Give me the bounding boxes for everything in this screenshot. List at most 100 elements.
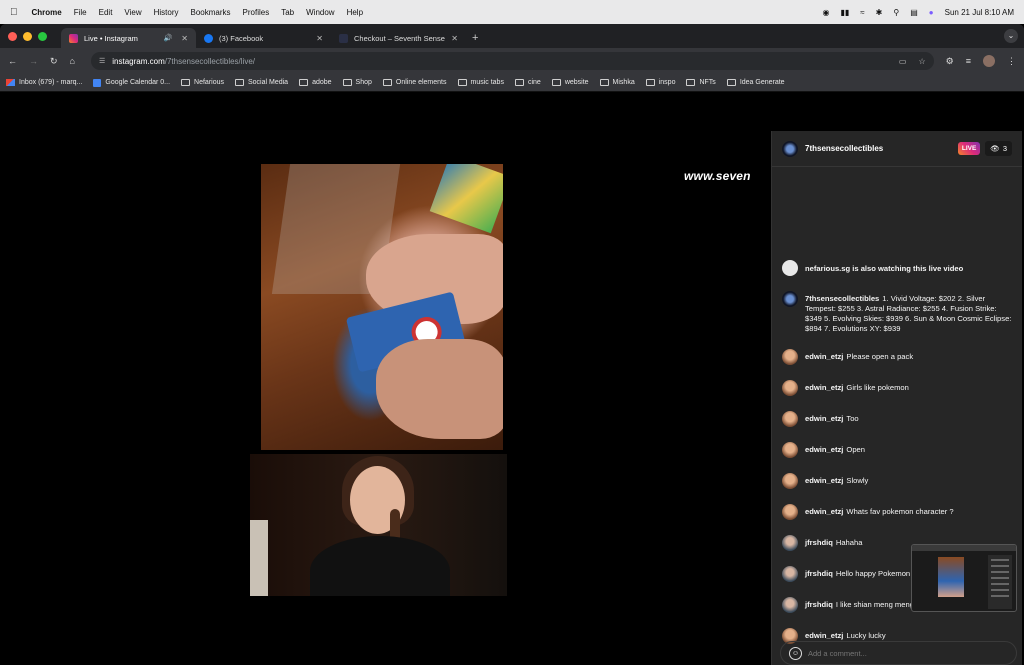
bookmarks-bar: Inbox (679) - marq... Google Calendar 0.… [0, 74, 1024, 92]
user-avatar[interactable] [782, 442, 798, 458]
chat-text: Slowly [846, 476, 869, 485]
bookmark-folder-inspo[interactable]: inspo [645, 79, 675, 86]
chat-username[interactable]: 7thsensecollectibles [805, 294, 879, 303]
bookmark-folder-mishka[interactable]: Mishka [599, 79, 635, 86]
siri-icon[interactable]: ● [929, 8, 934, 17]
record-icon[interactable]: ◉ [822, 8, 829, 17]
bookmark-folder-social-media[interactable]: Social Media [235, 79, 288, 86]
chat-username[interactable]: edwin_etzj [805, 414, 843, 423]
home-icon[interactable]: ⌂ [70, 56, 75, 66]
chat-username[interactable]: jfrshdiq [805, 569, 833, 578]
close-tab-icon[interactable]: ✕ [316, 34, 323, 43]
bookmark-folder-shop[interactable]: Shop [342, 79, 372, 86]
close-tab-icon[interactable]: ✕ [181, 34, 188, 43]
battery-icon[interactable]: ▮▮ [840, 8, 849, 17]
wifi-icon[interactable]: ≈ [860, 8, 864, 17]
user-avatar[interactable] [782, 349, 798, 365]
host-username[interactable]: 7thsensecollectibles [805, 144, 883, 153]
user-avatar[interactable] [782, 291, 798, 307]
emoji-icon[interactable]: ☺ [789, 646, 802, 660]
chat-username[interactable]: edwin_etzj [805, 631, 843, 640]
reload-icon[interactable]: ↻ [50, 56, 58, 67]
menu-history[interactable]: History [154, 8, 179, 17]
chat-username[interactable]: edwin_etzj [805, 476, 843, 485]
bookmark-folder-online-elements[interactable]: Online elements [382, 79, 447, 86]
menu-app-name[interactable]: Chrome [32, 8, 62, 17]
folder-icon [382, 79, 392, 86]
control-center-icon[interactable]: ▤ [910, 8, 918, 17]
profile-avatar[interactable] [983, 55, 995, 67]
user-avatar[interactable] [782, 566, 798, 582]
comment-input[interactable] [808, 648, 928, 658]
video-scene-hand [376, 339, 503, 439]
chat-username[interactable]: jfrshdiq [805, 538, 833, 547]
bookmark-folder-adobe[interactable]: adobe [299, 79, 332, 86]
bookmark-label: Nefarious [194, 79, 224, 86]
kebab-menu-icon[interactable]: ⋮ [1007, 56, 1016, 67]
site-settings-icon[interactable]: ☰ [99, 57, 105, 65]
chat-username[interactable]: edwin_etzj [805, 383, 843, 392]
menu-window[interactable]: Window [306, 8, 334, 17]
calendar-icon [93, 78, 102, 87]
user-avatar[interactable] [782, 504, 798, 520]
close-window-button[interactable] [8, 31, 17, 41]
bookmark-folder-website[interactable]: website [551, 79, 589, 86]
viewer-count-badge[interactable]: 👁 3 [985, 141, 1012, 156]
host-avatar[interactable] [782, 140, 798, 157]
chat-text: Lucky lucky [846, 631, 886, 640]
tab-search-chevron-icon[interactable]: ⌄ [1004, 29, 1018, 43]
forward-arrow-icon[interactable]: → [29, 56, 38, 66]
chat-text: Open [846, 445, 865, 454]
tab-instagram-live[interactable]: Live • Instagram 🔊 ✕ [61, 28, 196, 48]
menu-edit[interactable]: Edit [99, 8, 113, 17]
menu-view[interactable]: View [124, 8, 141, 17]
spotlight-search-icon[interactable]: ⚲ [893, 8, 899, 17]
menubar-clock[interactable]: Sun 21 Jul 8:10 AM [945, 8, 1014, 17]
chat-username[interactable]: edwin_etzj [805, 445, 843, 454]
user-avatar[interactable] [782, 597, 798, 613]
folder-icon [342, 79, 352, 86]
tab-strip: Live • Instagram 🔊 ✕ (3) Facebook ✕ Chec… [0, 24, 1024, 48]
bookmark-star-icon[interactable]: ☆ [918, 57, 925, 66]
back-arrow-icon[interactable]: ← [8, 56, 17, 66]
menu-help[interactable]: Help [347, 8, 363, 17]
close-tab-icon[interactable]: ✕ [451, 34, 458, 43]
user-avatar[interactable] [782, 380, 798, 396]
menu-bookmarks[interactable]: Bookmarks [191, 8, 231, 17]
folder-icon [235, 79, 244, 86]
live-video-guest[interactable] [250, 454, 507, 596]
chat-username[interactable]: edwin_etzj [805, 507, 843, 516]
tab-facebook[interactable]: (3) Facebook ✕ [196, 28, 331, 48]
chat-username[interactable]: jfrshdiq [805, 600, 833, 609]
reading-list-icon[interactable]: ≡ [966, 56, 971, 66]
user-avatar[interactable] [782, 411, 798, 427]
bluetooth-icon[interactable]: ✱ [876, 8, 883, 17]
bookmark-folder-cine[interactable]: cine [514, 79, 541, 86]
chat-username[interactable]: edwin_etzj [805, 352, 843, 361]
menu-file[interactable]: File [74, 8, 87, 17]
bookmark-gmail[interactable]: Inbox (679) - marq... [6, 79, 82, 86]
screen-recording-thumbnail[interactable] [911, 544, 1017, 612]
apple-icon[interactable]:  [10, 7, 18, 18]
address-bar[interactable]: ☰ instagram.com/7thsensecollectibles/liv… [90, 52, 934, 70]
bookmark-folder-music-tabs[interactable]: music tabs [457, 79, 504, 86]
bookmark-folder-idea-generate[interactable]: Idea Generate [726, 79, 785, 86]
minimize-window-button[interactable] [23, 31, 32, 41]
tab-checkout[interactable]: Checkout – Seventh Sense C ✕ [331, 28, 466, 48]
new-tab-button[interactable]: + [472, 28, 478, 48]
cast-icon[interactable]: ▭ [899, 57, 907, 66]
bookmark-google-calendar[interactable]: Google Calendar 0... [93, 78, 170, 87]
user-avatar[interactable] [782, 535, 798, 551]
menu-tab[interactable]: Tab [281, 8, 294, 17]
live-video-main[interactable] [261, 164, 503, 450]
speaker-icon[interactable]: 🔊 [164, 34, 173, 42]
menu-profiles[interactable]: Profiles [243, 8, 270, 17]
extensions-icon[interactable]: ⚙ [946, 56, 954, 67]
live-badge: LIVE [957, 142, 981, 155]
user-avatar[interactable] [782, 473, 798, 489]
bookmark-folder-nfts[interactable]: NFTs [686, 79, 716, 86]
bookmark-folder-nefarious[interactable]: Nefarious [181, 79, 224, 86]
url-path: /7thsensecollectibles/live/ [164, 56, 256, 66]
eye-icon: 👁 [990, 144, 1000, 153]
zoom-window-button[interactable] [38, 31, 47, 41]
